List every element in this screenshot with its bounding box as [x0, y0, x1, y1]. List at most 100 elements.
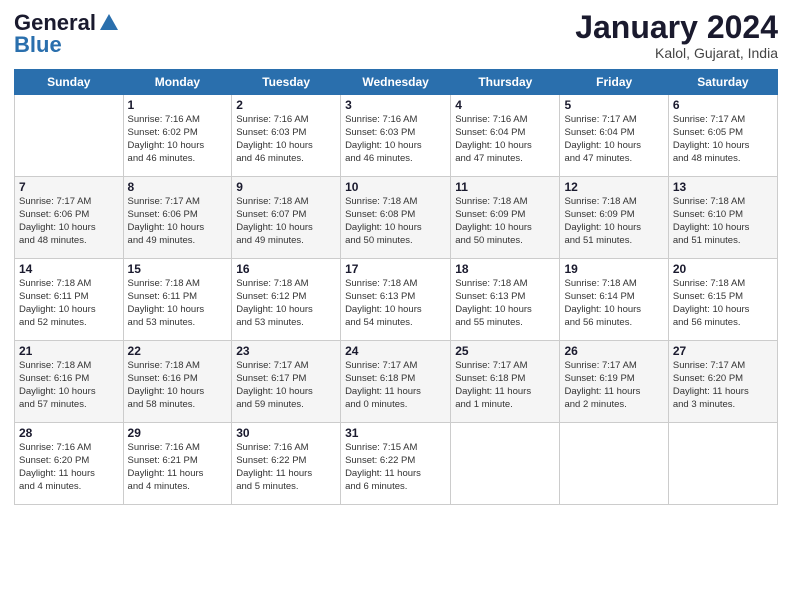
- calendar-week-row: 7 Sunrise: 7:17 AMSunset: 6:06 PMDaylight…: [15, 177, 778, 259]
- day-info: Sunrise: 7:16 AMSunset: 6:20 PMDaylight:…: [19, 442, 119, 493]
- day-number: 2: [236, 98, 336, 112]
- day-info: Sunrise: 7:18 AMSunset: 6:15 PMDaylight:…: [673, 278, 773, 329]
- calendar-week-row: 1Sunrise: 7:16 AMSunset: 6:02 PMDaylight…: [15, 95, 778, 177]
- day-number: 25: [455, 344, 555, 358]
- day-number: 16: [236, 262, 336, 276]
- day-number: 4: [455, 98, 555, 112]
- calendar-table: Sunday Monday Tuesday Wednesday Thursday…: [14, 69, 778, 505]
- day-number: 13: [673, 180, 773, 194]
- table-row: 4 Sunrise: 7:16 AMSunset: 6:04 PMDaylight…: [451, 95, 560, 177]
- table-row: 20Sunrise: 7:18 AMSunset: 6:15 PMDayligh…: [668, 259, 777, 341]
- day-info: Sunrise: 7:18 AMSunset: 6:10 PMDaylight:…: [673, 196, 773, 247]
- day-info: Sunrise: 7:17 AMSunset: 6:05 PMDaylight:…: [673, 114, 773, 165]
- table-row: [668, 423, 777, 505]
- day-number: 9: [236, 180, 336, 194]
- day-number: 3: [345, 98, 446, 112]
- day-info: Sunrise: 7:17 AMSunset: 6:06 PMDaylight:…: [128, 196, 228, 247]
- day-info: Sunrise: 7:16 AMSunset: 6:03 PMDaylight:…: [345, 114, 446, 165]
- table-row: 29 Sunrise: 7:16 AMSunset: 6:21 PMDayligh…: [123, 423, 232, 505]
- day-info: Sunrise: 7:16 AMSunset: 6:21 PMDaylight:…: [128, 442, 228, 493]
- day-number: 23: [236, 344, 336, 358]
- day-number: 29: [128, 426, 228, 440]
- table-row: 23 Sunrise: 7:17 AMSunset: 6:17 PMDayligh…: [232, 341, 341, 423]
- table-row: 17 Sunrise: 7:18 AMSunset: 6:13 PMDayligh…: [341, 259, 451, 341]
- table-row: [560, 423, 668, 505]
- day-info: Sunrise: 7:17 AMSunset: 6:18 PMDaylight:…: [455, 360, 555, 411]
- day-number: 21: [19, 344, 119, 358]
- table-row: 24 Sunrise: 7:17 AMSunset: 6:18 PMDayligh…: [341, 341, 451, 423]
- day-info: Sunrise: 7:17 AMSunset: 6:17 PMDaylight:…: [236, 360, 336, 411]
- day-info: Sunrise: 7:17 AMSunset: 6:18 PMDaylight:…: [345, 360, 446, 411]
- table-row: 15 Sunrise: 7:18 AMSunset: 6:11 PMDayligh…: [123, 259, 232, 341]
- table-row: 8 Sunrise: 7:17 AMSunset: 6:06 PMDaylight…: [123, 177, 232, 259]
- day-number: 8: [128, 180, 228, 194]
- table-row: [15, 95, 124, 177]
- table-row: 7 Sunrise: 7:17 AMSunset: 6:06 PMDaylight…: [15, 177, 124, 259]
- col-sunday: Sunday: [15, 70, 124, 95]
- table-row: 6 Sunrise: 7:17 AMSunset: 6:05 PMDaylight…: [668, 95, 777, 177]
- table-row: 2 Sunrise: 7:16 AMSunset: 6:03 PMDaylight…: [232, 95, 341, 177]
- table-row: 14Sunrise: 7:18 AMSunset: 6:11 PMDayligh…: [15, 259, 124, 341]
- day-number: 7: [19, 180, 119, 194]
- day-info: Sunrise: 7:18 AMSunset: 6:08 PMDaylight:…: [345, 196, 446, 247]
- table-row: 10 Sunrise: 7:18 AMSunset: 6:08 PMDayligh…: [341, 177, 451, 259]
- table-row: 28Sunrise: 7:16 AMSunset: 6:20 PMDayligh…: [15, 423, 124, 505]
- table-row: 30 Sunrise: 7:16 AMSunset: 6:22 PMDayligh…: [232, 423, 341, 505]
- col-saturday: Saturday: [668, 70, 777, 95]
- day-info: Sunrise: 7:17 AMSunset: 6:20 PMDaylight:…: [673, 360, 773, 411]
- day-number: 31: [345, 426, 446, 440]
- col-wednesday: Wednesday: [341, 70, 451, 95]
- day-info: Sunrise: 7:17 AMSunset: 6:04 PMDaylight:…: [564, 114, 663, 165]
- title-section: January 2024 Kalol, Gujarat, India: [575, 10, 778, 61]
- location: Kalol, Gujarat, India: [575, 45, 778, 61]
- table-row: 19 Sunrise: 7:18 AMSunset: 6:14 PMDayligh…: [560, 259, 668, 341]
- table-row: 26Sunrise: 7:17 AMSunset: 6:19 PMDayligh…: [560, 341, 668, 423]
- calendar-week-row: 28Sunrise: 7:16 AMSunset: 6:20 PMDayligh…: [15, 423, 778, 505]
- day-info: Sunrise: 7:18 AMSunset: 6:09 PMDaylight:…: [455, 196, 555, 247]
- day-number: 30: [236, 426, 336, 440]
- day-info: Sunrise: 7:18 AMSunset: 6:11 PMDaylight:…: [19, 278, 119, 329]
- col-monday: Monday: [123, 70, 232, 95]
- day-number: 24: [345, 344, 446, 358]
- col-thursday: Thursday: [451, 70, 560, 95]
- day-number: 12: [564, 180, 663, 194]
- day-number: 6: [673, 98, 773, 112]
- day-number: 5: [564, 98, 663, 112]
- calendar-header-row: Sunday Monday Tuesday Wednesday Thursday…: [15, 70, 778, 95]
- table-row: 31 Sunrise: 7:15 AMSunset: 6:22 PMDayligh…: [341, 423, 451, 505]
- table-row: 3 Sunrise: 7:16 AMSunset: 6:03 PMDaylight…: [341, 95, 451, 177]
- day-number: 18: [455, 262, 555, 276]
- table-row: 12 Sunrise: 7:18 AMSunset: 6:09 PMDayligh…: [560, 177, 668, 259]
- calendar-week-row: 14Sunrise: 7:18 AMSunset: 6:11 PMDayligh…: [15, 259, 778, 341]
- col-friday: Friday: [560, 70, 668, 95]
- day-info: Sunrise: 7:16 AMSunset: 6:03 PMDaylight:…: [236, 114, 336, 165]
- day-info: Sunrise: 7:17 AMSunset: 6:06 PMDaylight:…: [19, 196, 119, 247]
- day-number: 11: [455, 180, 555, 194]
- table-row: 1Sunrise: 7:16 AMSunset: 6:02 PMDaylight…: [123, 95, 232, 177]
- table-row: 21Sunrise: 7:18 AMSunset: 6:16 PMDayligh…: [15, 341, 124, 423]
- day-number: 19: [564, 262, 663, 276]
- day-number: 10: [345, 180, 446, 194]
- day-info: Sunrise: 7:16 AMSunset: 6:22 PMDaylight:…: [236, 442, 336, 493]
- day-info: Sunrise: 7:18 AMSunset: 6:14 PMDaylight:…: [564, 278, 663, 329]
- day-number: 17: [345, 262, 446, 276]
- logo-blue: Blue: [14, 32, 62, 58]
- day-info: Sunrise: 7:16 AMSunset: 6:04 PMDaylight:…: [455, 114, 555, 165]
- day-info: Sunrise: 7:18 AMSunset: 6:16 PMDaylight:…: [128, 360, 228, 411]
- day-number: 15: [128, 262, 228, 276]
- day-number: 27: [673, 344, 773, 358]
- table-row: 18Sunrise: 7:18 AMSunset: 6:13 PMDayligh…: [451, 259, 560, 341]
- day-info: Sunrise: 7:15 AMSunset: 6:22 PMDaylight:…: [345, 442, 446, 493]
- table-row: 11 Sunrise: 7:18 AMSunset: 6:09 PMDayligh…: [451, 177, 560, 259]
- table-row: [451, 423, 560, 505]
- day-number: 26: [564, 344, 663, 358]
- day-info: Sunrise: 7:18 AMSunset: 6:11 PMDaylight:…: [128, 278, 228, 329]
- day-info: Sunrise: 7:18 AMSunset: 6:13 PMDaylight:…: [345, 278, 446, 329]
- table-row: 27 Sunrise: 7:17 AMSunset: 6:20 PMDayligh…: [668, 341, 777, 423]
- logo-icon: [98, 12, 120, 34]
- calendar-week-row: 21 Sunrise: 7:18 AMSunset: 6:16 PMDayligh…: [15, 341, 778, 423]
- col-tuesday: Tuesday: [232, 70, 341, 95]
- table-row: 22Sunrise: 7:18 AMSunset: 6:16 PMDayligh…: [123, 341, 232, 423]
- table-row: 9Sunrise: 7:18 AMSunset: 6:07 PMDaylight…: [232, 177, 341, 259]
- day-info: Sunrise: 7:18 AMSunset: 6:09 PMDaylight:…: [564, 196, 663, 247]
